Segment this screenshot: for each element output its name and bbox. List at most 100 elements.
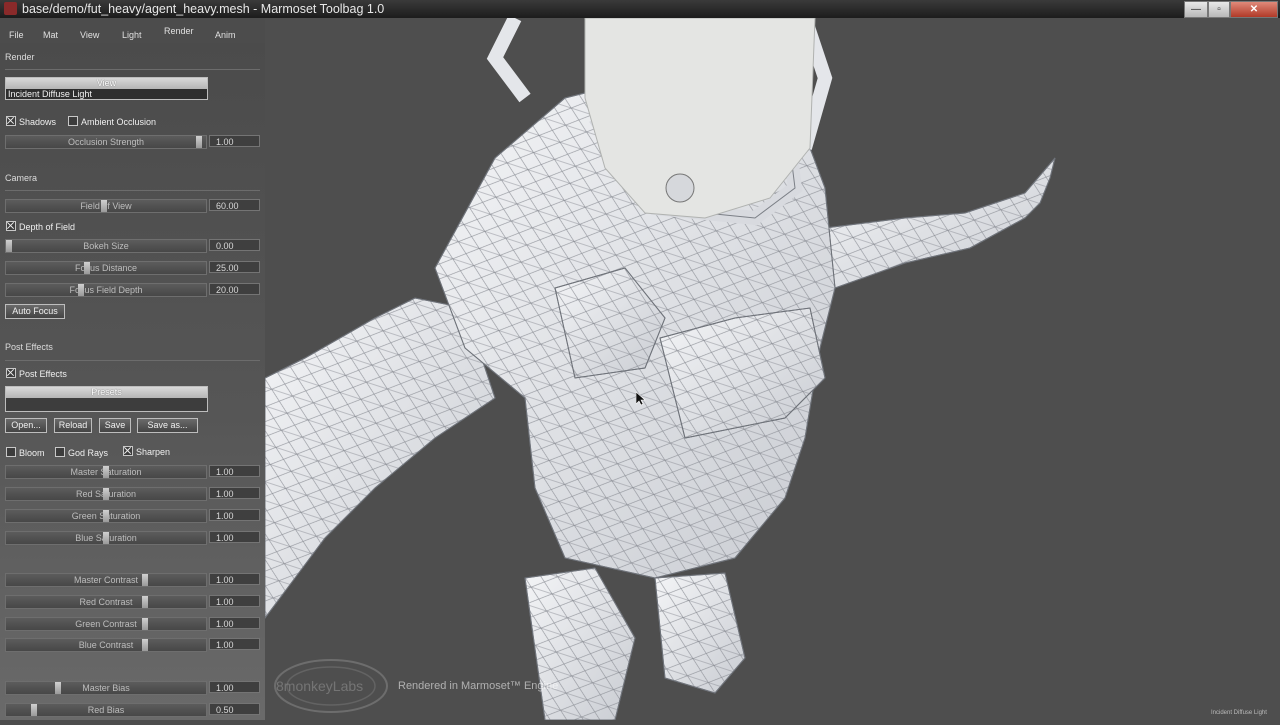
slider-thumb[interactable] [196, 136, 202, 148]
post-effects-checkbox[interactable]: Post Effects [6, 368, 67, 379]
blue-saturation-slider[interactable]: Blue Saturation [5, 531, 207, 545]
slider-label: Green Contrast [75, 619, 137, 629]
red-contrast-value[interactable]: 1.00 [209, 595, 260, 607]
view-dropdown[interactable]: View Incident Diffuse Light [5, 77, 208, 100]
master-saturation-value[interactable]: 1.00 [209, 465, 260, 477]
shadows-label: Shadows [19, 117, 57, 127]
slider-thumb[interactable] [84, 262, 90, 274]
maximize-button[interactable]: ▫ [1208, 1, 1230, 18]
minimize-button[interactable]: — [1184, 1, 1208, 18]
slider-label: Occlusion Strength [67, 137, 145, 147]
menu-file[interactable]: File [9, 30, 24, 40]
blue-contrast-slider[interactable]: Blue Contrast [5, 638, 207, 652]
shadows-checkbox[interactable]: Shadows [6, 116, 56, 127]
slider-label: Red Contrast [79, 597, 133, 607]
save-button[interactable]: Save [99, 418, 131, 433]
menu-bar: File Mat View Light Render Anim [0, 26, 265, 42]
field-of-view-value[interactable]: 60.00 [209, 199, 260, 211]
open-button[interactable]: Open... [5, 418, 47, 433]
god-rays-label: God Rays [68, 448, 109, 458]
section-post-effects: Post Effects [5, 342, 53, 352]
menu-light[interactable]: Light [122, 30, 142, 40]
slider-thumb[interactable] [103, 488, 109, 500]
bloom-checkbox[interactable]: Bloom [6, 447, 45, 458]
slider-thumb[interactable] [103, 466, 109, 478]
ambient-occlusion-label: Ambient Occlusion [81, 117, 157, 127]
green-contrast-value[interactable]: 1.00 [209, 617, 260, 629]
green-saturation-value[interactable]: 1.00 [209, 509, 260, 521]
bokeh-size-slider[interactable]: Bokeh Size [5, 239, 207, 253]
slider-thumb[interactable] [142, 639, 148, 651]
master-bias-slider[interactable]: Master Bias [5, 681, 207, 695]
master-bias-value[interactable]: 1.00 [209, 681, 260, 693]
view-dropdown-header: View [6, 78, 207, 89]
checkbox-box [55, 447, 65, 457]
divider [5, 360, 260, 361]
rendered-in-marmoset-text: Rendered in Marmoset™ Engine [398, 680, 559, 692]
presets-header: Presets [6, 387, 207, 398]
close-button[interactable]: ✕ [1230, 1, 1278, 18]
slider-label: Red Bias [87, 705, 125, 715]
occlusion-strength-slider[interactable]: Occlusion Strength [5, 135, 207, 149]
red-bias-value[interactable]: 0.50 [209, 703, 260, 715]
focus-field-depth-slider[interactable]: Focus Field Depth [5, 283, 207, 297]
slider-thumb[interactable] [55, 682, 61, 694]
field-of-view-slider[interactable]: Field of View [5, 199, 207, 213]
blue-contrast-value[interactable]: 1.00 [209, 638, 260, 650]
green-contrast-slider[interactable]: Green Contrast [5, 617, 207, 631]
section-camera: Camera [5, 173, 38, 183]
slider-thumb[interactable] [101, 200, 107, 212]
focus-field-depth-value[interactable]: 20.00 [209, 283, 260, 295]
depth-of-field-label: Depth of Field [19, 222, 76, 232]
slider-thumb[interactable] [6, 240, 12, 252]
view-dropdown-selected[interactable]: Incident Diffuse Light [6, 89, 207, 99]
menu-view[interactable]: View [80, 30, 99, 40]
render-settings-panel: Render View Incident Diffuse Light Shado… [0, 43, 265, 720]
presets-list[interactable]: Presets [5, 386, 208, 412]
slider-thumb[interactable] [103, 532, 109, 544]
depth-of-field-checkbox[interactable]: Depth of Field [6, 221, 75, 232]
god-rays-checkbox[interactable]: God Rays [55, 447, 108, 458]
slider-thumb[interactable] [103, 510, 109, 522]
green-saturation-slider[interactable]: Green Saturation [5, 509, 207, 523]
master-saturation-slider[interactable]: Master Saturation [5, 465, 207, 479]
section-render: Render [5, 52, 35, 62]
sharpen-label: Sharpen [136, 447, 171, 457]
occlusion-strength-value[interactable]: 1.00 [209, 135, 260, 147]
slider-thumb[interactable] [142, 574, 148, 586]
reload-button[interactable]: Reload [54, 418, 92, 433]
focus-distance-value[interactable]: 25.00 [209, 261, 260, 273]
menu-render[interactable]: Render [164, 26, 194, 36]
master-contrast-value[interactable]: 1.00 [209, 573, 260, 585]
status-text: Incident Diffuse Light [1211, 710, 1267, 716]
checkbox-box [123, 446, 133, 456]
checkbox-box [6, 116, 16, 126]
3d-viewport[interactable] [264, 14, 1280, 721]
auto-focus-button[interactable]: Auto Focus [5, 304, 65, 319]
menu-mat[interactable]: Mat [43, 30, 58, 40]
window-titlebar: base/demo/fut_heavy/agent_heavy.mesh - M… [0, 0, 1280, 18]
bokeh-size-value[interactable]: 0.00 [209, 239, 260, 251]
slider-thumb[interactable] [142, 618, 148, 630]
character-model [264, 14, 1056, 721]
divider [5, 69, 260, 70]
bloom-label: Bloom [19, 448, 45, 458]
red-saturation-value[interactable]: 1.00 [209, 487, 260, 499]
slider-label: Master Contrast [73, 575, 139, 585]
save-as-button[interactable]: Save as... [137, 418, 198, 433]
master-contrast-slider[interactable]: Master Contrast [5, 573, 207, 587]
red-saturation-slider[interactable]: Red Saturation [5, 487, 207, 501]
mouse-cursor-icon [635, 391, 646, 411]
slider-thumb[interactable] [78, 284, 84, 296]
checkbox-box [68, 116, 78, 126]
red-contrast-slider[interactable]: Red Contrast [5, 595, 207, 609]
sharpen-checkbox[interactable]: Sharpen [123, 446, 170, 457]
checkbox-box [6, 221, 16, 231]
menu-anim[interactable]: Anim [215, 30, 236, 40]
slider-thumb[interactable] [142, 596, 148, 608]
red-bias-slider[interactable]: Red Bias [5, 703, 207, 717]
ambient-occlusion-checkbox[interactable]: Ambient Occlusion [68, 116, 156, 127]
blue-saturation-value[interactable]: 1.00 [209, 531, 260, 543]
focus-distance-slider[interactable]: Focus Distance [5, 261, 207, 275]
slider-thumb[interactable] [31, 704, 37, 716]
